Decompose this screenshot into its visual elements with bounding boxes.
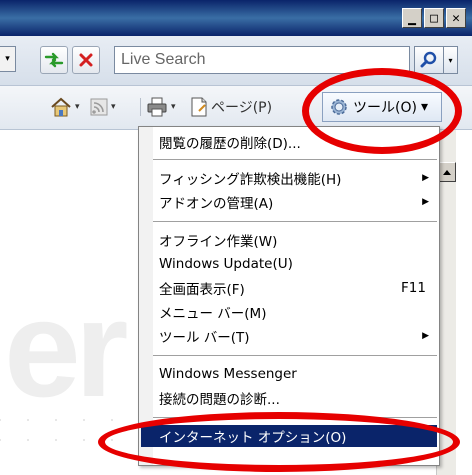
tools-menu-button[interactable]: ツール(O) ▾	[322, 92, 442, 122]
command-bar: ▾ ▾ ▾ ページ(P) ▾ ツール(O) ▾	[0, 86, 472, 130]
page-menu-button[interactable]: ページ(P)	[190, 94, 272, 120]
maximize-button[interactable]: □	[424, 8, 444, 28]
search-box	[114, 46, 410, 74]
menu-item-windows-messenger[interactable]: Windows Messenger	[141, 363, 437, 385]
page-icon	[191, 97, 207, 117]
menu-item-diagnose-connection[interactable]: 接続の問題の診断...	[141, 387, 437, 409]
page-dropdown[interactable]: ▾	[304, 94, 309, 120]
search-input[interactable]	[115, 47, 409, 73]
menu-separator	[153, 355, 437, 356]
menu-item-label: メニュー バー(M)	[159, 306, 267, 322]
tools-dropdown-icon: ▾	[420, 99, 428, 115]
menu-item-phishing-filter[interactable]: フィッシング詐欺検出機能(H) ▶	[141, 167, 437, 189]
menu-separator	[153, 159, 437, 160]
menu-item-internet-options[interactable]: インターネット オプション(O)	[141, 425, 437, 447]
page-background-text: er	[4, 272, 128, 426]
home-dropdown-icon[interactable]: ▾	[75, 102, 80, 112]
home-button[interactable]: ▾	[50, 94, 80, 120]
menu-item-label: オフライン作業(W)	[159, 234, 278, 250]
menu-item-full-screen[interactable]: 全画面表示(F) F11	[141, 277, 437, 299]
menu-item-label: アドオンの管理(A)	[159, 196, 274, 212]
menu-item-menu-bar[interactable]: メニュー バー(M)	[141, 301, 437, 323]
feeds-dropdown-icon[interactable]: ▾	[111, 102, 116, 112]
print-button[interactable]: ▾	[146, 94, 176, 120]
printer-icon	[147, 97, 167, 117]
menu-item-label: 閲覧の履歴の削除(D)...	[159, 136, 301, 152]
title-bar: ▁ □ ✕	[0, 0, 472, 36]
refresh-icon	[44, 52, 64, 68]
menu-item-label: ツール バー(T)	[159, 330, 250, 346]
submenu-arrow-icon: ▶	[422, 197, 429, 207]
address-dropdown-button[interactable]: ▾	[0, 46, 16, 72]
toolbar-divider	[140, 98, 141, 116]
page-menu-label: ページ(P)	[211, 100, 273, 116]
search-button[interactable]	[414, 46, 444, 74]
search-options-button[interactable]: ▾	[444, 46, 458, 74]
menu-item-delete-history[interactable]: 閲覧の履歴の削除(D)...	[141, 131, 437, 153]
print-dropdown-icon[interactable]: ▾	[171, 102, 176, 112]
menu-item-label: 全画面表示(F)	[159, 282, 245, 298]
submenu-arrow-icon: ▶	[422, 331, 429, 341]
menu-item-manage-addons[interactable]: アドオンの管理(A) ▶	[141, 191, 437, 213]
menu-item-shortcut: F11	[401, 280, 426, 296]
menu-item-windows-update[interactable]: Windows Update(U)	[141, 253, 437, 275]
feeds-icon	[90, 98, 108, 116]
menu-item-label: Windows Update(U)	[159, 256, 293, 272]
tools-menu-label: ツール(O)	[353, 100, 417, 116]
menu-item-label: フィッシング詐欺検出機能(H)	[159, 172, 342, 188]
window-edge	[456, 130, 472, 475]
scroll-up-icon	[443, 170, 451, 175]
minimize-button[interactable]: ▁	[402, 8, 422, 28]
menu-item-label: インターネット オプション(O)	[159, 430, 347, 446]
menu-separator	[153, 417, 437, 418]
menu-item-label: Windows Messenger	[159, 366, 297, 382]
home-icon	[51, 97, 71, 117]
stop-icon	[79, 53, 93, 67]
page-dropdown-icon[interactable]: ▾	[304, 102, 309, 112]
magnifier-icon	[420, 51, 437, 68]
menu-item-toolbars[interactable]: ツール バー(T) ▶	[141, 325, 437, 347]
stop-button[interactable]	[72, 46, 100, 74]
menu-item-work-offline[interactable]: オフライン作業(W)	[141, 229, 437, 251]
window-controls: ▁ □ ✕	[402, 8, 466, 28]
submenu-arrow-icon: ▶	[422, 173, 429, 183]
tools-dropdown-menu: 閲覧の履歴の削除(D)... フィッシング詐欺検出機能(H) ▶ アドオンの管理…	[138, 126, 440, 466]
refresh-button[interactable]	[40, 46, 68, 74]
menu-item-label: 接続の問題の診断...	[159, 392, 280, 408]
menu-separator	[153, 221, 437, 222]
close-button[interactable]: ✕	[446, 8, 466, 28]
gear-icon	[331, 99, 347, 115]
feeds-button[interactable]: ▾	[90, 94, 116, 120]
address-toolbar: ▾ ▾	[0, 36, 472, 86]
scroll-up-button[interactable]	[438, 162, 456, 182]
